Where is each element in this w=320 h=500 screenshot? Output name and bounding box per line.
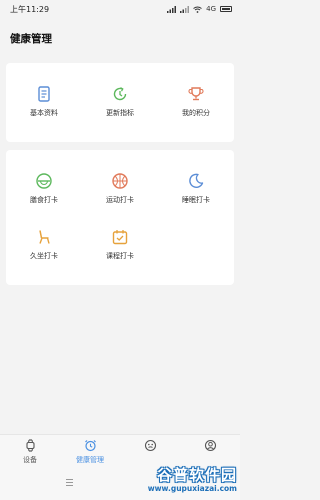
grid-item-basic-info[interactable]: 基本资料: [6, 85, 82, 118]
grid-item-meal-checkin[interactable]: 膳食打卡: [6, 172, 82, 205]
grid-item-course-checkin[interactable]: 课程打卡: [82, 228, 158, 261]
calendar-check-icon: [112, 230, 128, 245]
signal-icon-2: [180, 5, 190, 13]
user-icon: [204, 439, 216, 452]
grid-item-sedentary-checkin[interactable]: 久坐打卡: [6, 228, 82, 261]
grid-label: 基本资料: [30, 109, 58, 117]
bowl-icon: [36, 173, 52, 189]
watch-icon: [25, 439, 35, 452]
tab-health-management[interactable]: 健康管理: [60, 439, 120, 465]
basketball-icon: [112, 173, 128, 189]
face-icon: [144, 439, 156, 452]
tab-profile[interactable]: [180, 439, 240, 452]
status-time: 上午11:29: [10, 4, 50, 14]
profile-card: 基本资料 更新指标 我的积分: [6, 63, 234, 142]
grid-label: 课程打卡: [106, 252, 134, 260]
tab-label: 健康管理: [76, 456, 104, 464]
chair-icon: [39, 230, 50, 244]
status-icons: 4G: [167, 5, 232, 13]
moon-icon: [189, 173, 204, 188]
signal-icon: [167, 5, 177, 13]
network-type: 4G: [206, 5, 216, 13]
grid-item-my-points[interactable]: 我的积分: [158, 85, 234, 118]
alarm-clock-icon: [84, 440, 96, 452]
bottom-tab-bar: 设备 健康管理: [0, 434, 240, 470]
grid-label: 运动打卡: [106, 196, 134, 204]
trophy-icon: [188, 87, 204, 101]
grid-label: 睡眠打卡: [182, 196, 210, 204]
tab-device[interactable]: 设备: [0, 439, 60, 465]
watermark-url: www.gupuxiazai.com: [147, 484, 237, 493]
grid-label: 膳食打卡: [30, 196, 58, 204]
checkin-card: 膳食打卡 运动打卡 睡眠打卡 久坐打卡 课程打卡: [6, 150, 234, 285]
grid-item-update-metrics[interactable]: 更新指标: [82, 85, 158, 118]
grid-item-sleep-checkin[interactable]: 睡眠打卡: [158, 172, 234, 205]
grid-item-sport-checkin[interactable]: 运动打卡: [82, 172, 158, 205]
wifi-icon: [193, 6, 202, 13]
menu-icon[interactable]: [66, 479, 73, 486]
tab-face[interactable]: [120, 439, 180, 452]
grid-label: 更新指标: [106, 109, 134, 117]
tab-label: 设备: [23, 456, 37, 464]
watermark: 谷普软件园 www.gupuxiazai.com: [115, 467, 237, 497]
grid-label: 我的积分: [182, 109, 210, 117]
battery-icon: [220, 6, 232, 12]
status-bar: 上午11:29 4G: [0, 0, 240, 18]
watermark-title: 谷普软件园: [156, 466, 237, 484]
document-icon: [38, 86, 50, 102]
grid-label: 久坐打卡: [30, 252, 58, 260]
refresh-clock-icon: [113, 87, 127, 101]
page-title: 健康管理: [10, 33, 52, 45]
